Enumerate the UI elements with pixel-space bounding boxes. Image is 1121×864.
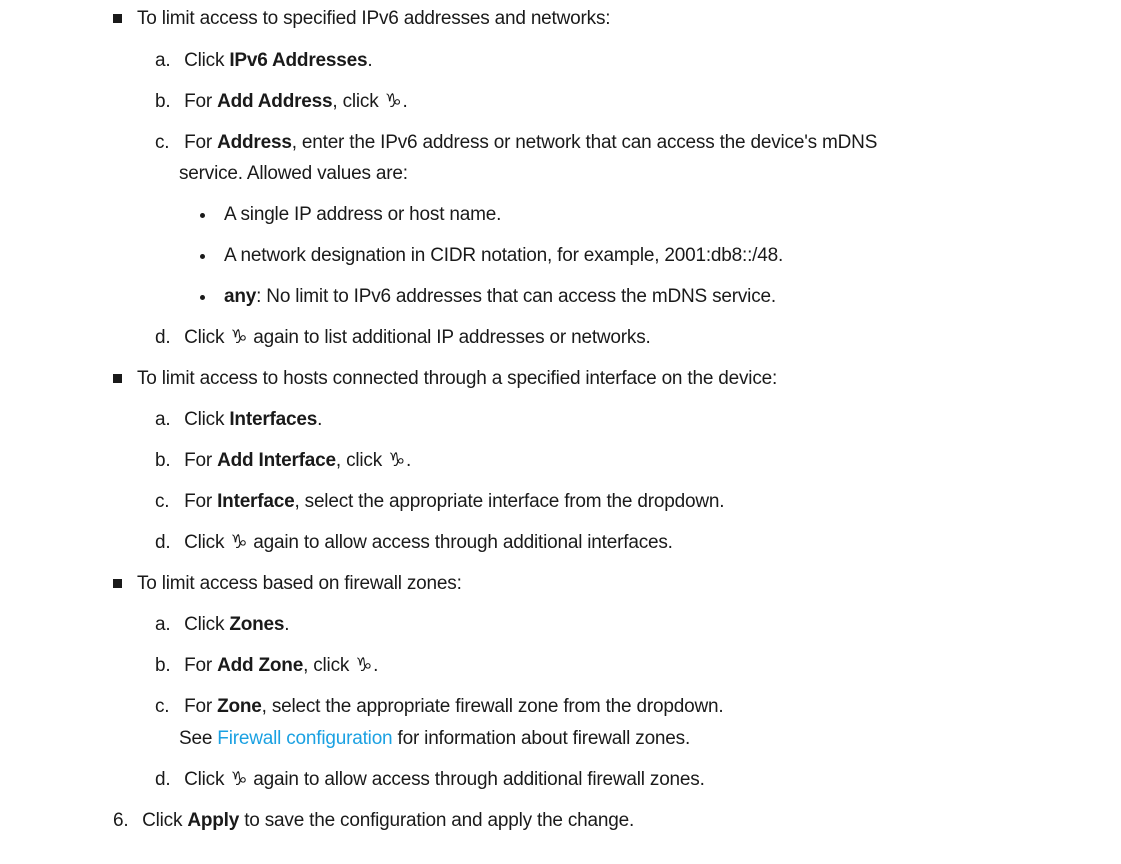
step-text: again to list additional IP addresses or… [248,327,651,348]
interfaces-step-b: b. For Add Interface, click ♑. [155,449,411,473]
add-icon: ♑ [230,327,248,348]
step-text: Click [184,614,230,635]
zone-label: Zone [217,696,262,717]
ipv6-step-a: a. Click IPv6 Addresses. [155,49,373,73]
step-text: , click [332,91,384,112]
bullet-dot-icon [200,213,205,218]
bullet-dot-icon [200,254,205,259]
step-text: For [184,450,218,471]
interfaces-step-c: c. For Interface, select the appropriate… [155,490,725,514]
step-marker: c. [155,132,170,153]
step-text: , click [335,450,388,471]
ipv6-intro: To limit access to specified IPv6 addres… [137,8,611,29]
step-text: , enter the IPv6 address or network that… [291,132,878,153]
interfaces-step-a: a. Click Interfaces. [155,408,322,432]
zones-step-b: b. For Add Zone, click ♑. [155,654,378,678]
square-bullet-icon [113,374,122,383]
step-text: For [184,91,218,112]
zones-see-also: See Firewall configuration for informati… [179,727,690,751]
add-interface-label: Add Interface [217,450,336,471]
step-6: 6. Click Apply to save the configuration… [113,809,634,833]
zones-step-a: a. Click Zones. [155,613,290,637]
zones-step-d: d. Click ♑ again to allow access through… [155,768,705,792]
step-text: . [367,50,373,71]
list-item: A network designation in CIDR notation, … [200,244,783,268]
step-marker: d. [155,769,171,790]
interfaces-intro: To limit access to hosts connected throu… [137,368,778,389]
step-text: Click [142,810,188,831]
step-text: For [184,491,218,512]
add-zone-label: Add Zone [217,655,304,676]
bullet-text: A single IP address or host name. [224,204,502,225]
add-address-label: Add Address [217,91,333,112]
add-icon: ♑ [230,532,248,553]
add-icon: ♑ [230,769,248,790]
apply-label: Apply [187,810,240,831]
ipv6-step-c-continued: service. Allowed values are: [179,163,408,184]
step-marker: a. [155,614,171,635]
ipv6-step-c: c. For Address, enter the IPv6 address o… [155,131,877,155]
step-marker: a. [155,409,171,430]
zones-step-c: c. For Zone, select the appropriate fire… [155,695,724,719]
zones-intro: To limit access based on firewall zones: [137,573,462,594]
see-text: for information about firewall zones. [392,728,691,749]
step-text: For [184,655,218,676]
step-text: again to allow access through additional… [248,769,705,790]
step-marker: a. [155,50,171,71]
interface-label: Interface [217,491,295,512]
list-item: any: No limit to IPv6 addresses that can… [200,285,776,309]
step-text: . [317,409,323,430]
bullet-text: : No limit to IPv6 addresses that can ac… [256,286,776,307]
step-marker: b. [155,91,171,112]
bullet-dot-icon [200,295,205,300]
step-marker: c. [155,696,170,717]
see-text: See [179,728,218,749]
step-text: For [184,132,218,153]
interfaces-label: Interfaces [229,409,318,430]
list-item: A single IP address or host name. [200,203,501,227]
step-marker: 6. [113,810,129,831]
add-icon: ♑ [355,655,373,676]
ipv6-addresses-label: IPv6 Addresses [229,50,368,71]
step-text: , click [303,655,355,676]
step-text: , select the appropriate interface from … [294,491,725,512]
step-text: . [373,655,379,676]
bullet-text: A network designation in CIDR notation, … [224,245,784,266]
square-bullet-icon [113,14,122,23]
step-text: , select the appropriate firewall zone f… [261,696,724,717]
step-marker: c. [155,491,170,512]
step-marker: d. [155,327,171,348]
step-text: . [405,450,412,471]
ipv6-step-d: d. Click ♑ again to list additional IP a… [155,326,651,350]
step-text: to save the configuration and apply the … [239,810,635,831]
zones-label: Zones [229,614,285,635]
step-text: Click [184,50,230,71]
step-text: Click [184,769,230,790]
step-text: Click [184,409,230,430]
step-text: . [284,614,290,635]
firewall-configuration-link[interactable]: Firewall configuration [217,728,392,749]
address-label: Address [217,132,292,153]
step-marker: b. [155,450,171,471]
step-text: Click [184,327,230,348]
ipv6-step-b: b. For Add Address, click ♑. [155,90,408,114]
step-marker: b. [155,655,171,676]
step-text: again to allow access through additional… [248,532,673,553]
any-label: any [224,286,257,307]
add-icon: ♑ [388,450,405,471]
step-text: For [184,696,218,717]
step-marker: d. [155,532,171,553]
square-bullet-icon [113,579,122,588]
step-text: Click [184,532,230,553]
interfaces-step-d: d. Click ♑ again to allow access through… [155,531,673,555]
add-icon: ♑ [384,91,402,112]
step-text: . [402,91,408,112]
